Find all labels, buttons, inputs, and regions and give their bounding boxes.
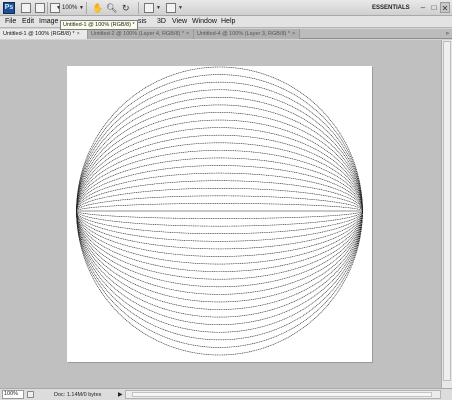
application-bar: Ps ▼ 100% ▼ ✋ 🔍︎ ↻ ▼ ▼ ESSENTIALS ▼ – □ … bbox=[0, 0, 452, 23]
zoom-field[interactable]: 100% bbox=[2, 390, 24, 399]
status-bar: 100% Doc: 1.14M/0 bytes ▶ bbox=[0, 388, 452, 400]
tab-tooltip: Untitled-1 @ 100% (RGB/8) * bbox=[60, 20, 138, 30]
zoom-level-select[interactable]: 100% ▼ bbox=[62, 3, 84, 13]
close-icon[interactable]: × bbox=[186, 31, 189, 37]
screen-layout-icon[interactable] bbox=[166, 3, 176, 13]
zoom-level-value: 100% bbox=[62, 5, 78, 11]
tab-label: Untitled-1 @ 100% (RGB/8) * bbox=[3, 31, 75, 37]
document-workspace bbox=[0, 40, 441, 388]
workspace-label: ESSENTIALS bbox=[372, 5, 410, 11]
document-size-info: Doc: 1.14M/0 bytes bbox=[54, 392, 102, 398]
mini-bridge-icon[interactable] bbox=[35, 3, 45, 13]
chevron-down-icon[interactable]: ▼ bbox=[156, 5, 161, 11]
menu-edit[interactable]: Edit bbox=[22, 17, 34, 27]
horizontal-scroll-thumb[interactable] bbox=[132, 392, 432, 397]
rotate-view-icon[interactable]: ↻ bbox=[122, 2, 130, 14]
concentric-ellipses-artwork bbox=[76, 66, 363, 356]
close-button[interactable]: ✕ bbox=[440, 2, 450, 13]
tab-untitled-4[interactable]: Untitled-4 @ 100% (Layer 3, RGB/8) * × bbox=[194, 29, 300, 39]
bridge-icon[interactable] bbox=[21, 3, 31, 13]
minimize-button[interactable]: – bbox=[418, 2, 428, 13]
close-icon[interactable]: × bbox=[292, 31, 295, 37]
arrange-documents-icon[interactable] bbox=[144, 3, 154, 13]
tab-untitled-2[interactable]: Untitled-2 @ 100% (Layer 4, RGB/8) * × bbox=[88, 29, 194, 39]
workspace-switcher[interactable]: ESSENTIALS ▼ bbox=[372, 2, 416, 23]
menu-file[interactable]: File bbox=[5, 17, 16, 27]
tab-overflow-menu-icon[interactable]: » bbox=[446, 29, 449, 39]
tab-label: Untitled-2 @ 100% (Layer 4, RGB/8) * bbox=[91, 31, 185, 37]
document-canvas[interactable] bbox=[67, 66, 372, 362]
horizontal-scrollbar[interactable] bbox=[125, 390, 441, 399]
vertical-scrollbar[interactable] bbox=[441, 40, 452, 388]
hand-icon[interactable]: ✋ bbox=[92, 2, 103, 14]
zoom-icon[interactable]: 🔍︎ bbox=[106, 2, 117, 14]
toolbar-separator bbox=[47, 2, 48, 14]
document-tab-bar: Untitled-1 @ 100% (RGB/8) * × Untitled-2 … bbox=[0, 29, 452, 39]
menu-analysis[interactable]: sis bbox=[138, 17, 147, 27]
menu-3d[interactable]: 3D bbox=[157, 17, 166, 27]
status-menu-arrow-icon[interactable]: ▶ bbox=[118, 391, 123, 399]
menu-window[interactable]: Window bbox=[192, 17, 217, 27]
chevron-down-icon[interactable]: ▼ bbox=[178, 5, 183, 11]
photoshop-logo-icon: Ps bbox=[3, 2, 15, 14]
menu-image[interactable]: Image bbox=[39, 17, 58, 27]
toolbar-separator bbox=[86, 2, 87, 14]
tab-label: Untitled-4 @ 100% (Layer 3, RGB/8) * bbox=[197, 31, 291, 37]
menu-help[interactable]: Help bbox=[221, 17, 235, 27]
toolbar-separator bbox=[138, 2, 139, 14]
vertical-scroll-thumb[interactable] bbox=[443, 41, 451, 381]
document-profile-icon[interactable] bbox=[27, 391, 34, 398]
tab-untitled-1[interactable]: Untitled-1 @ 100% (RGB/8) * × bbox=[0, 29, 88, 39]
menu-view[interactable]: View bbox=[172, 17, 187, 27]
maximize-button[interactable]: □ bbox=[429, 2, 439, 13]
close-icon[interactable]: × bbox=[77, 31, 80, 37]
chevron-down-icon[interactable]: ▼ bbox=[56, 5, 61, 11]
